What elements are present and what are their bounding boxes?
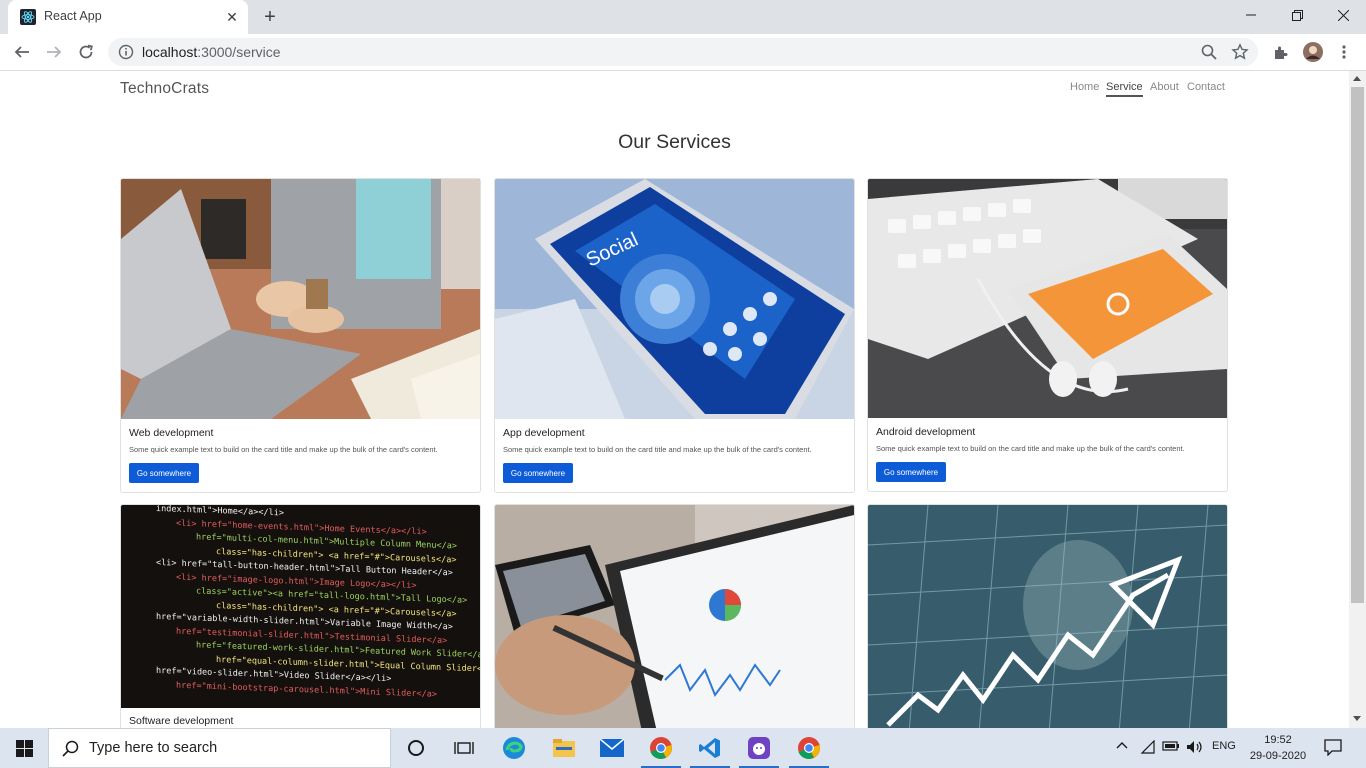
card-title: Android development bbox=[876, 426, 976, 438]
taskbar-search-box[interactable]: Type here to search bbox=[48, 728, 391, 768]
windows-start-icon[interactable] bbox=[0, 728, 48, 768]
tablet-analytics-photo bbox=[495, 505, 854, 728]
card-title: Web development bbox=[129, 427, 214, 439]
network-icon[interactable] bbox=[1140, 739, 1156, 757]
language-indicator[interactable]: ENG bbox=[1212, 740, 1236, 752]
bookmark-star-icon[interactable] bbox=[1231, 43, 1249, 61]
card-text: Some quick example text to build on the … bbox=[876, 444, 1185, 453]
code-line: index.html">Home</a></li> bbox=[156, 505, 284, 519]
service-card-6 bbox=[867, 504, 1228, 728]
address-bar[interactable]: localhost:3000/service bbox=[108, 38, 1258, 66]
nav-home[interactable]: Home bbox=[1070, 81, 1099, 93]
service-card-software: index.html">Home</a></li> <li> href="home… bbox=[120, 504, 481, 728]
service-card-web: Web development Some quick example text … bbox=[120, 178, 481, 493]
site-info-icon[interactable] bbox=[118, 44, 134, 60]
stock-chart-photo bbox=[868, 505, 1227, 728]
reload-icon[interactable] bbox=[72, 38, 100, 66]
new-tab-plus-icon[interactable]: + bbox=[258, 5, 282, 29]
scroll-thumb[interactable] bbox=[1351, 87, 1364, 603]
browser-tab[interactable]: React App ✕ bbox=[8, 0, 248, 34]
nav-service[interactable]: Service bbox=[1106, 81, 1143, 97]
edge-browser-icon[interactable] bbox=[490, 728, 538, 768]
page-viewport: TechnoCrats Home Service About Contact O… bbox=[0, 71, 1349, 728]
file-explorer-icon[interactable] bbox=[540, 728, 588, 768]
battery-icon[interactable] bbox=[1162, 740, 1180, 755]
go-somewhere-button[interactable]: Go somewhere bbox=[503, 463, 573, 483]
notifications-icon[interactable] bbox=[1324, 738, 1342, 759]
back-arrow-icon[interactable] bbox=[8, 38, 36, 66]
forward-arrow-icon[interactable] bbox=[40, 38, 68, 66]
chrome-active-window-icon[interactable] bbox=[785, 728, 833, 768]
go-somewhere-button[interactable]: Go somewhere bbox=[876, 462, 946, 482]
github-desktop-icon[interactable] bbox=[735, 728, 783, 768]
page-title: Our Services bbox=[618, 131, 731, 153]
scroll-up-arrow-icon[interactable] bbox=[1353, 76, 1361, 81]
social-phone-photo: Social bbox=[495, 179, 854, 419]
url-text[interactable]: localhost:3000/service bbox=[142, 44, 281, 60]
more-menu-icon[interactable] bbox=[1330, 38, 1358, 66]
extensions-puzzle-icon[interactable] bbox=[1266, 38, 1294, 66]
go-somewhere-button[interactable]: Go somewhere bbox=[129, 463, 199, 483]
minimize-icon[interactable] bbox=[1228, 0, 1274, 30]
clock-date: 29-09-2020 bbox=[1249, 750, 1307, 762]
mail-icon[interactable] bbox=[588, 728, 636, 768]
tab-close-icon[interactable]: ✕ bbox=[222, 7, 242, 27]
brand-logo-text[interactable]: TechnoCrats bbox=[120, 80, 209, 98]
card-title: App development bbox=[503, 427, 585, 439]
react-logo-icon bbox=[20, 9, 36, 25]
browser-toolbar: localhost:3000/service bbox=[0, 34, 1366, 71]
clock-time: 19:52 bbox=[1264, 734, 1292, 746]
nav-about[interactable]: About bbox=[1150, 81, 1179, 93]
cortana-circle-icon[interactable] bbox=[392, 728, 440, 768]
profile-avatar[interactable] bbox=[1299, 38, 1327, 66]
tab-strip: React App ✕ + bbox=[0, 0, 1366, 34]
code-lines: index.html">Home</a></li> <li> href="home… bbox=[121, 505, 480, 708]
card-text: Some quick example text to build on the … bbox=[503, 445, 812, 454]
search-placeholder: Type here to search bbox=[89, 740, 218, 756]
android-phone-keyboard-photo bbox=[868, 179, 1227, 418]
clock[interactable]: 19:52 29-09-2020 bbox=[1248, 732, 1308, 764]
volume-icon[interactable] bbox=[1186, 740, 1204, 757]
show-hidden-icons-chevron-icon[interactable] bbox=[1116, 740, 1128, 753]
window-close-icon[interactable] bbox=[1320, 0, 1366, 30]
restore-icon[interactable] bbox=[1274, 0, 1320, 30]
vscode-icon[interactable] bbox=[686, 728, 734, 768]
chrome-icon[interactable] bbox=[637, 728, 685, 768]
card-text: Some quick example text to build on the … bbox=[129, 445, 438, 454]
page-scrollbar[interactable] bbox=[1349, 71, 1366, 728]
nav-contact[interactable]: Contact bbox=[1187, 81, 1225, 93]
service-card-app: Social App development Some quick exampl… bbox=[494, 178, 855, 493]
code-line: href="mini-bootstrap-carousel.html">Mini… bbox=[176, 680, 437, 700]
scroll-down-arrow-icon[interactable] bbox=[1353, 716, 1361, 721]
laptop-typing-photo bbox=[121, 179, 480, 419]
windows-taskbar: Type here to search ENG 19:52 29-09-2020 bbox=[0, 728, 1366, 768]
service-card-android: Android development Some quick example t… bbox=[867, 178, 1228, 492]
search-icon bbox=[62, 740, 79, 757]
service-card-5 bbox=[494, 504, 855, 728]
zoom-magnifier-icon[interactable] bbox=[1200, 43, 1218, 61]
code-screen-photo: index.html">Home</a></li> <li> href="home… bbox=[121, 505, 480, 708]
task-view-icon[interactable] bbox=[440, 728, 488, 768]
tab-title: React App bbox=[44, 9, 102, 23]
card-title: Software development bbox=[129, 715, 234, 727]
